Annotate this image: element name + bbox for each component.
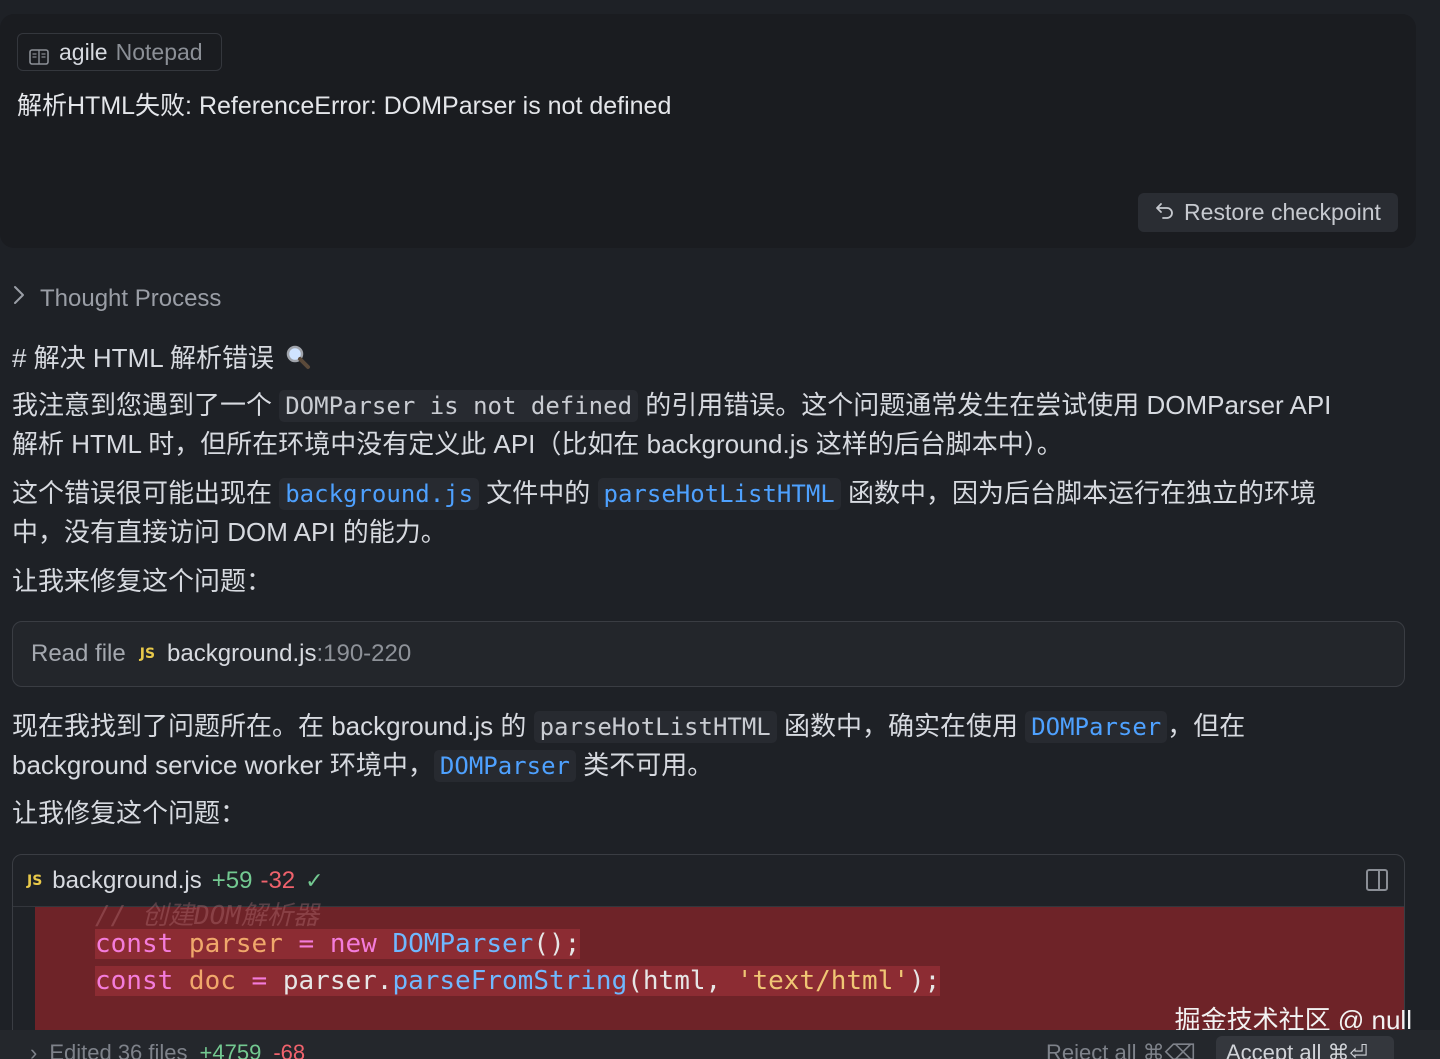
code-token: . (376, 966, 393, 996)
paragraph-4: 现在我找到了问题所在。在 background.js 的 parseHotLis… (12, 707, 1412, 785)
open-side-panel-icon[interactable] (1366, 869, 1388, 891)
chevron-right-icon (12, 284, 26, 313)
code-token: = (235, 966, 283, 996)
p4-text: 类不可用。 (575, 750, 714, 780)
read-file-tool-call[interactable]: Read file JS background.js :190-220 (12, 621, 1405, 687)
p4-text: 函数中，确实在使用 (776, 711, 1026, 741)
restore-checkpoint-button[interactable]: Restore checkpoint (1138, 193, 1398, 232)
code-token: 'text/html' (736, 966, 910, 996)
p2-text: 这个错误很可能出现在 (12, 478, 280, 508)
edited-files-label: Edited 36 files (49, 1040, 188, 1059)
code-token: new (329, 929, 393, 959)
thought-process-toggle[interactable]: Thought Process (12, 284, 221, 313)
paragraph-3: 让我来修复这个问题： (12, 566, 273, 596)
read-file-range: :190-220 (316, 640, 412, 667)
p1-text: 的引用错误。这个问题通常发生在尝试使用 DOMParser API (638, 390, 1332, 420)
context-chip-kind: Notepad (115, 38, 203, 65)
p2-text: 中，没有直接访问 DOM API 的能力。 (12, 517, 447, 547)
code-token: = (282, 929, 330, 959)
p4-text: ，但在 (1167, 711, 1246, 741)
p1-text: 解析 HTML 时，但所在环境中没有定义此 API（比如在 background… (12, 429, 1063, 459)
paragraph-1: 我注意到您遇到了一个 DOMParser is not defined 的引用错… (12, 386, 1412, 463)
js-file-icon: JS (139, 646, 156, 662)
code-token: parser (282, 966, 377, 996)
code-token: DOMParser (392, 929, 534, 959)
user-message-card: agile Notepad 解析HTML失败: ReferenceError: … (0, 14, 1416, 248)
code-line: // 创建DOM解析器 (95, 901, 319, 931)
restore-checkpoint-label: Restore checkpoint (1184, 199, 1381, 225)
code-token: parseFromString (392, 966, 628, 996)
accept-all-button[interactable]: Accept all ⌘⏎ (1216, 1036, 1394, 1059)
code-line: const parser = new DOMParser(); (95, 929, 581, 959)
response-heading: # 解决 HTML 解析错误 (12, 338, 311, 377)
response-heading-text: # 解决 HTML 解析错误 (12, 343, 274, 373)
p2-text: 文件中的 (479, 478, 598, 508)
symbol-link[interactable]: parseHotListHTML (597, 478, 841, 510)
p2-text: 函数中，因为后台脚本运行在独立的环境 (840, 478, 1316, 508)
edited-files-bar: › Edited 36 files +4759 -68 Reject all ⌘… (0, 1030, 1440, 1059)
code-token: const (95, 966, 189, 996)
read-file-name: background.js (167, 640, 317, 667)
diff-removed-count: -32 (260, 866, 296, 894)
code-token: doc (188, 966, 236, 996)
symbol-link[interactable]: DOMParser (1025, 711, 1168, 743)
reject-all-button[interactable]: Reject all ⌘⌫ (1046, 1040, 1196, 1059)
notepad-icon (29, 44, 49, 65)
code-token: const (95, 929, 189, 959)
magnifier-icon (285, 344, 311, 377)
code-token: (); (533, 929, 581, 959)
inline-code: parseHotListHTML (533, 711, 777, 743)
file-link[interactable]: background.js (279, 478, 480, 510)
js-file-icon: JS (27, 872, 43, 889)
diff-file-name: background.js (52, 866, 202, 894)
code-token: ); (909, 966, 941, 996)
p4-text: background service worker 环境中， (12, 750, 434, 780)
checkmark-icon: ✓ (305, 867, 324, 893)
read-file-label: Read file (31, 640, 126, 667)
undo-arrow-icon (1155, 199, 1175, 226)
paragraph-2: 这个错误很可能出现在 background.js 文件中的 parseHotLi… (12, 474, 1412, 551)
edited-added: +4759 (199, 1040, 262, 1059)
diff-added-count: +59 (211, 866, 253, 894)
edited-removed: -68 (273, 1040, 306, 1059)
paragraph-5: 让我修复这个问题： (12, 798, 247, 828)
chevron-right-icon: › (30, 1040, 38, 1059)
user-message-text: 解析HTML失败: ReferenceError: DOMParser is n… (17, 92, 672, 120)
code-token: parser (188, 929, 283, 959)
context-chip-name: agile (59, 38, 108, 65)
edited-files-summary[interactable]: › Edited 36 files +4759 -68 (30, 1040, 305, 1059)
p4-text: 现在我找到了问题所在。在 background.js 的 (12, 711, 534, 741)
code-token: (html, (627, 966, 737, 996)
code-line: const doc = parser.parseFromString(html,… (95, 966, 941, 996)
p1-text: 我注意到您遇到了一个 (12, 390, 280, 420)
thought-process-label: Thought Process (40, 284, 222, 312)
context-chip[interactable]: agile Notepad (17, 33, 222, 71)
symbol-link[interactable]: DOMParser (433, 750, 576, 782)
inline-code: DOMParser is not defined (279, 390, 639, 422)
